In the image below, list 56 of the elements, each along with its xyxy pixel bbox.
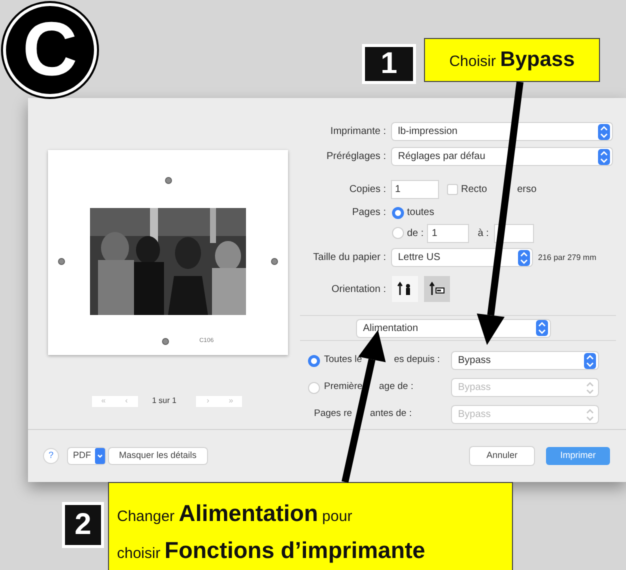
portrait-icon [397,281,413,297]
crop-mark-icon [164,177,172,184]
stepper-icon [536,320,548,336]
stepper-icon [598,148,610,164]
step-number: 2 [62,502,104,548]
checkbox-label: Recto [461,182,488,196]
source-select[interactable]: Bypass [452,352,598,369]
radio-button[interactable] [392,227,404,239]
orientation-button[interactable] [392,276,418,302]
paper-size-select[interactable]: Lettre US [392,249,532,266]
stepper-icon [584,352,596,368]
paper-dimensions: 216 par 279 mm [538,252,596,264]
source-label: es depuis : [394,353,440,368]
crop-mark-icon [162,338,170,345]
source-label: Pages re [314,407,352,422]
help-button[interactable]: ? [44,449,58,463]
radio-button[interactable] [392,206,404,218]
field-label: Imprimante : [329,125,387,139]
section-select[interactable]: Alimentation [357,320,550,336]
caret-icon [95,448,105,464]
field-label: Pages : [351,206,387,220]
callout-text: choisir Fonctions d’imprimante [117,536,426,565]
checkbox[interactable] [447,184,458,194]
orientation-button[interactable] [424,276,450,302]
stepper-icon [584,380,596,396]
from-page-field[interactable]: 1 [428,224,468,242]
landscape-icon [429,281,445,297]
callout-text: Changer Alimentation pour [117,499,354,528]
page-counter: 1 sur 1 [152,395,176,407]
source-label: age de : [379,380,414,394]
printer-select[interactable]: lb-impression [392,123,612,140]
field-label: à : [478,226,489,240]
source-label: Première [324,380,364,394]
radio-button[interactable] [308,354,320,366]
hide-details-button[interactable]: Masquer les détails [109,448,207,464]
source-label: Toutes le [324,353,364,368]
field-label: Copies : [348,182,387,196]
field-label: Orientation : [330,282,387,296]
radio-label: de : [407,226,424,240]
step-badge: C [3,3,97,97]
stepper-icon [584,406,596,422]
copies-field[interactable]: 1 [392,180,438,198]
checkbox-label: erso [517,182,537,196]
presets-select[interactable]: Réglages par défau [392,148,612,165]
step-number: 1 [362,44,416,84]
radio-label: toutes [407,206,434,220]
cancel-button[interactable]: Annuler [470,447,534,465]
stepper-icon [598,124,610,140]
stepper-icon [518,250,530,266]
field-label: Préréglages : [326,150,387,164]
field-label: Taille du papier : [312,251,387,265]
source-label: antes de : [370,407,412,422]
crop-mark-icon [271,258,278,265]
crop-mark-icon [58,258,65,265]
callout-text: Choisir Bypass [449,47,575,74]
pdf-menu-button[interactable]: PDF [68,448,105,464]
